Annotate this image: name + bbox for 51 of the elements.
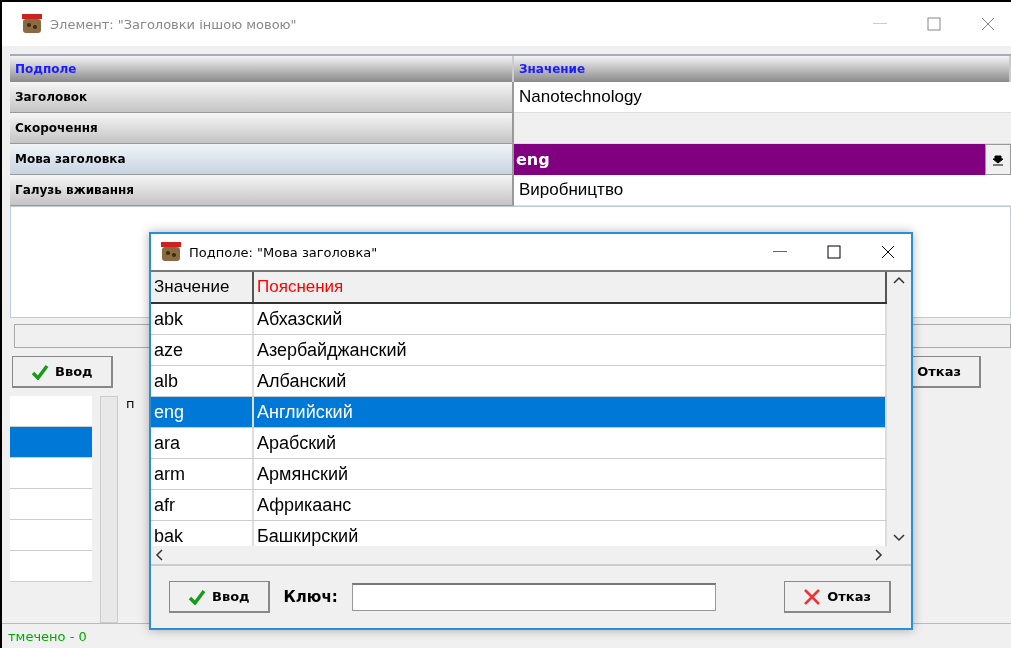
field-name-cell[interactable]: Галузь вживання <box>10 175 514 206</box>
download-arrow-icon <box>993 153 1003 166</box>
app-logo-icon <box>22 14 42 34</box>
close-icon <box>981 17 995 31</box>
cancel-button[interactable]: Отказ <box>784 581 891 613</box>
field-value-cell[interactable] <box>514 113 1011 144</box>
scrollbar[interactable] <box>100 396 118 623</box>
list-row[interactable] <box>10 458 92 489</box>
status-text: тмечено - 0 <box>7 628 87 644</box>
ok-button[interactable]: Ввод <box>12 356 113 388</box>
list-row[interactable]: alb Албанский <box>151 366 887 397</box>
list-row[interactable]: ara Арабский <box>151 428 887 459</box>
dropdown-value[interactable]: eng <box>514 144 985 175</box>
list-row[interactable]: aze Азербайджанский <box>151 335 887 366</box>
key-input[interactable] <box>351 583 716 611</box>
close-icon <box>881 245 895 259</box>
list-row[interactable]: abk Абхазский <box>151 304 887 335</box>
column-header[interactable]: Значение <box>151 272 254 302</box>
field-name-cell[interactable]: Скорочення <box>10 113 514 144</box>
list-row[interactable] <box>10 489 92 520</box>
list-row[interactable]: eng Английский <box>151 397 887 428</box>
checkmark-icon <box>188 588 206 605</box>
list-row[interactable]: afr Африкаанс <box>151 490 887 521</box>
column-header: Подполе <box>10 56 514 82</box>
list-row[interactable] <box>10 396 92 427</box>
key-label: Ключ: <box>283 588 338 606</box>
close-icon <box>803 588 822 605</box>
list-row[interactable] <box>10 551 92 582</box>
vertical-scrollbar[interactable] <box>887 272 911 546</box>
chevron-right-icon <box>875 549 883 561</box>
list-row[interactable] <box>10 427 92 458</box>
window-title: Элемент: "Заголовки іншою мовою" <box>50 16 298 32</box>
field-name-cell[interactable]: Мова заголовка <box>10 144 514 175</box>
chevron-down-icon <box>893 534 905 542</box>
panel-label: п <box>126 396 135 413</box>
minimize-icon <box>773 251 787 253</box>
horizontal-scrollbar[interactable] <box>151 546 911 564</box>
dropdown-button[interactable] <box>985 144 1011 175</box>
ok-button[interactable]: Ввод <box>169 581 270 613</box>
column-header: Значение <box>514 56 1011 82</box>
chevron-up-icon <box>893 276 905 284</box>
maximize-icon <box>827 245 841 259</box>
checkmark-icon <box>31 363 49 380</box>
dialog-title: Подполе: "Мова заголовка" <box>189 244 379 260</box>
maximize-icon <box>927 17 941 31</box>
list-row[interactable]: arm Армянский <box>151 459 887 490</box>
field-name-cell[interactable]: Заголовок <box>10 82 514 113</box>
list-row[interactable] <box>10 520 92 551</box>
app-logo-icon <box>161 242 181 262</box>
chevron-left-icon <box>155 549 163 561</box>
minimize-icon <box>873 23 887 25</box>
